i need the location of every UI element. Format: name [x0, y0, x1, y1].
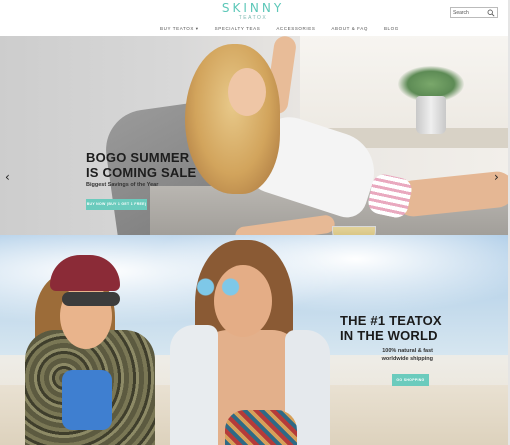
search-box — [450, 7, 498, 18]
model2-bikini-illustration — [225, 410, 297, 445]
nav-item-blog[interactable]: BLOG — [384, 25, 399, 33]
buy-now-button[interactable]: BUY NOW (BUY 1 GET 1 FREE) — [86, 199, 147, 210]
main-nav: BUY TEATOX ▾ SPECIALTY TEAS ACCESSORIES … — [160, 25, 415, 33]
model-face-illustration — [228, 68, 266, 116]
hero-headline: BOGO SUMMER IS COMING SALE — [86, 150, 196, 180]
banner-subtitle-line2: worldwide shipping — [381, 356, 433, 362]
model1-top-illustration — [62, 370, 112, 430]
model-hair-illustration — [185, 44, 280, 194]
banner-subtitle-line1: 100% natural & fast — [382, 348, 433, 354]
hero-headline-line2: IS COMING SALE — [86, 165, 197, 180]
logo-wordmark: SKINNY — [221, 1, 285, 15]
banner-headline-line1: THE #1 TEATOX — [340, 313, 442, 328]
banner-headline: THE #1 TEATOX IN THE WORLD — [340, 313, 442, 343]
nav-item-accessories[interactable]: ACCESSORIES — [276, 25, 315, 33]
nav-item-about-faq[interactable]: ABOUT & FAQ — [331, 25, 368, 33]
hero-headline-line1: BOGO SUMMER — [86, 150, 190, 165]
slider-prev-arrow-icon[interactable]: ‹ — [5, 171, 10, 183]
logo[interactable]: SKINNY TEATOX — [218, 1, 288, 22]
slider-next-arrow-icon[interactable]: › — [494, 171, 499, 183]
model2-face-illustration — [214, 265, 272, 337]
site-header: SKINNY TEATOX BUY TEATOX ▾ SPECIALTY TEA… — [0, 0, 510, 36]
search-input[interactable] — [453, 9, 489, 17]
model1-sunglasses-illustration — [62, 292, 120, 306]
model2-sunglasses-illustration — [190, 277, 242, 297]
go-shopping-button[interactable]: GO SHOPPING — [392, 374, 429, 386]
model2-shirt-left-illustration — [170, 325, 218, 445]
banner-subtitle: 100% natural & fast worldwide shipping — [380, 347, 433, 363]
hero-subtitle: Biggest Savings of the Year — [86, 182, 159, 188]
search-icon[interactable] — [487, 9, 495, 17]
nav-item-specialty-teas[interactable]: SPECIALTY TEAS — [215, 25, 261, 33]
plant-pot-illustration — [416, 96, 446, 134]
nav-item-buy-teatox[interactable]: BUY TEATOX ▾ — [160, 25, 199, 33]
tea-cup-illustration — [332, 226, 376, 235]
banner-headline-line2: IN THE WORLD — [340, 328, 438, 343]
hero-slider-bogo: BOGO SUMMER IS COMING SALE Biggest Savin… — [0, 36, 508, 235]
logo-subtitle: TEATOX — [238, 15, 268, 21]
hero-banner-teatox: THE #1 TEATOX IN THE WORLD 100% natural … — [0, 235, 508, 445]
